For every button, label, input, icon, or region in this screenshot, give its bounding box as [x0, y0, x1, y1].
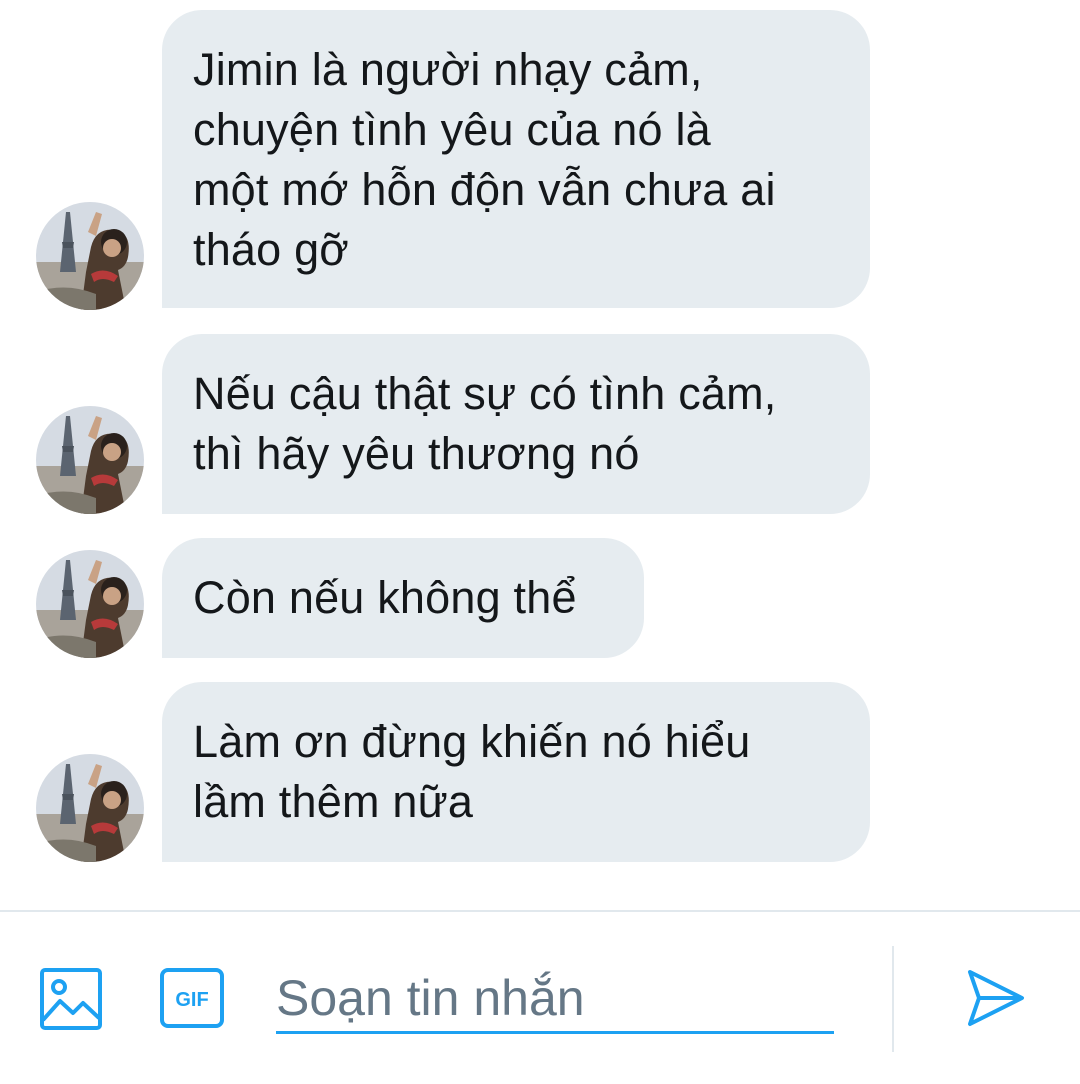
message-line: Làm ơn đừng khiến nó hiểu [193, 716, 751, 767]
message-line: Nếu cậu thật sự có tình cảm, [193, 368, 777, 419]
composer-divider [892, 946, 894, 1052]
message-line: Còn nếu không thể [193, 572, 577, 623]
sender-avatar[interactable] [36, 550, 144, 658]
avatar-photo [36, 406, 144, 514]
message-line: thì hãy yêu thương nó [193, 428, 640, 479]
message-line: chuyện tình yêu của nó là [193, 104, 711, 155]
message-line: Jimin là người nhạy cảm, [193, 44, 703, 95]
message-input[interactable] [276, 964, 834, 1034]
message-composer: GIF [0, 910, 1080, 1084]
message-bubble[interactable]: Jimin là người nhạy cảm, chuyện tình yêu… [162, 10, 870, 308]
gif-label: GIF [175, 989, 208, 1011]
gif-icon[interactable]: GIF [160, 968, 224, 1028]
sender-avatar[interactable] [36, 754, 144, 862]
image-icon[interactable] [40, 968, 102, 1030]
message-bubble[interactable]: Còn nếu không thể [162, 538, 644, 658]
avatar-photo [36, 754, 144, 862]
sender-avatar[interactable] [36, 406, 144, 514]
send-icon[interactable] [966, 968, 1026, 1028]
avatar-photo [36, 202, 144, 310]
message-line: một mớ hỗn độn vẫn chưa ai [193, 164, 776, 215]
message-thread: Jimin là người nhạy cảm, chuyện tình yêu… [0, 0, 1080, 910]
avatar-photo [36, 550, 144, 658]
message-line: lầm thêm nữa [193, 776, 474, 827]
message-bubble[interactable]: Làm ơn đừng khiến nó hiểu lầm thêm nữa [162, 682, 870, 862]
message-line: tháo gỡ [193, 224, 350, 275]
sender-avatar[interactable] [36, 202, 144, 310]
message-bubble[interactable]: Nếu cậu thật sự có tình cảm, thì hãy yêu… [162, 334, 870, 514]
